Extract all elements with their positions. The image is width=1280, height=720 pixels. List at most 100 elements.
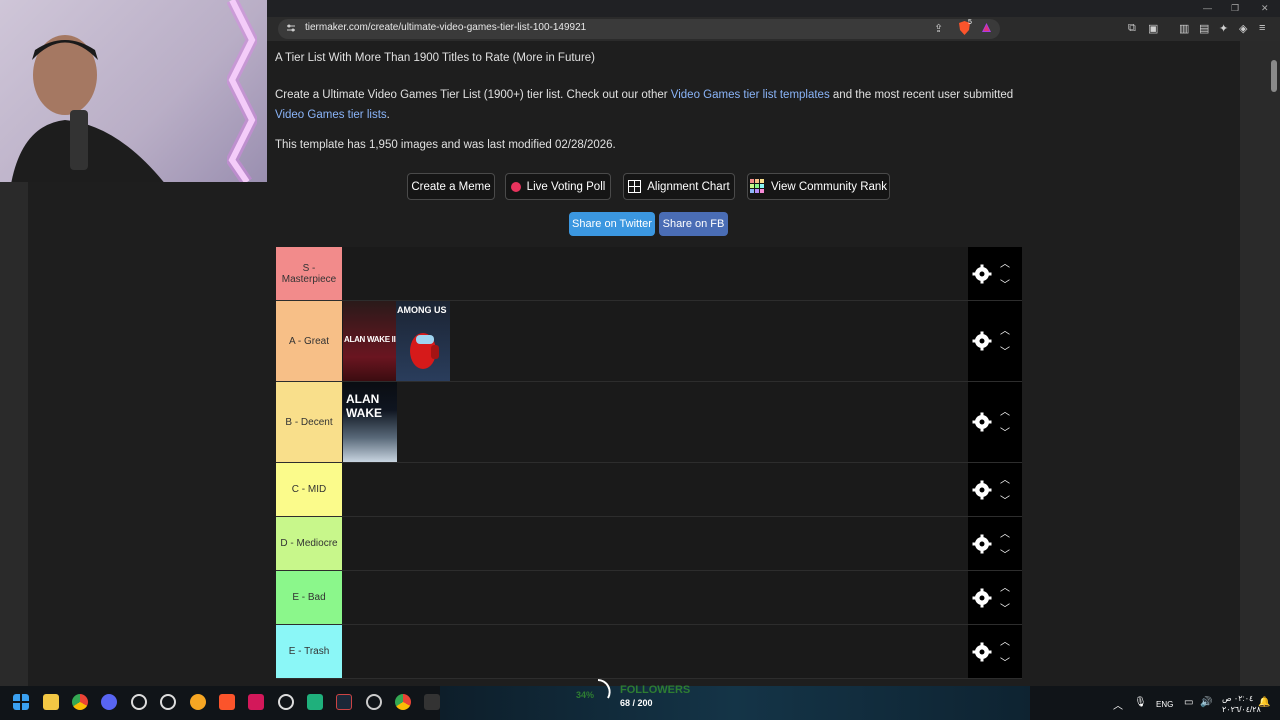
video-games-tier-lists-link[interactable]: Video Games tier lists (275, 109, 387, 121)
move-up-icon[interactable]: ︿ (1000, 403, 1010, 418)
clock-time[interactable]: ٠٢:٠٤ ص (1222, 694, 1253, 703)
right-gutter (1240, 41, 1268, 686)
vpn-icon[interactable]: ◈ (1239, 22, 1247, 35)
microphone-icon[interactable]: 🎙 (1134, 697, 1147, 708)
alignment-chart-label: Alignment Chart (647, 180, 730, 193)
tier-dropzone[interactable] (342, 517, 968, 570)
tier-label[interactable]: B - Decent (276, 382, 342, 462)
windows-start-icon[interactable] (13, 694, 29, 710)
tier-row-b: B - Decent ALAN WAKE ︿ ﹀ (276, 382, 1022, 463)
tier-row-c: C - MID ︿ ﹀ (276, 463, 1022, 517)
language-indicator[interactable]: ENG (1156, 700, 1173, 709)
tier-controls: ︿ ﹀ (968, 625, 1022, 678)
alignment-chart-button[interactable]: Alignment Chart (623, 173, 735, 200)
tier-label[interactable]: S - Masterpiece (276, 247, 342, 300)
followers-percent: 34% (576, 690, 595, 700)
tier-row-e-trash: E - Trash ︿ ﹀ (276, 625, 1022, 679)
sidebar-icon[interactable]: ▥ (1179, 22, 1189, 35)
chrome-icon-2[interactable] (395, 694, 411, 710)
share-twitter-button[interactable]: Share on Twitter (569, 212, 655, 236)
live-voting-label: Live Voting Poll (526, 180, 606, 193)
live-voting-button[interactable]: Live Voting Poll (505, 173, 611, 200)
settings-app-icon[interactable] (278, 694, 294, 710)
tier-dropzone[interactable] (342, 247, 968, 300)
settings-gear-icon[interactable] (972, 588, 992, 608)
move-down-icon[interactable]: ﹀ (1000, 276, 1010, 291)
discord-icon[interactable] (101, 694, 117, 710)
create-meme-button[interactable]: Create a Meme (407, 173, 495, 200)
settings-gear-icon[interactable] (972, 264, 992, 284)
tier-label[interactable]: E - Trash (276, 625, 342, 678)
menu-icon[interactable]: ≡ (1259, 22, 1265, 34)
tier-controls: ︿ ﹀ (968, 382, 1022, 462)
game-tile-alan-wake[interactable]: ALAN WAKE (343, 382, 397, 462)
move-down-icon[interactable]: ﹀ (1000, 343, 1010, 358)
file-explorer-icon[interactable] (43, 694, 59, 710)
tier-row-d: D - Mediocre ︿ ﹀ (276, 517, 1022, 571)
tier-label[interactable]: E - Bad (276, 571, 342, 624)
notifications-icon[interactable]: 🔔 (1258, 697, 1270, 708)
close-icon[interactable]: ✕ (1261, 3, 1269, 14)
desc-text-2: and the most recent user submitted (829, 89, 1014, 101)
move-down-icon[interactable]: ﹀ (1000, 600, 1010, 615)
maximize-icon[interactable]: ❐ (1231, 3, 1239, 14)
sync-icon[interactable] (131, 694, 147, 710)
settings-gear-icon[interactable] (972, 642, 992, 662)
app-icon-3[interactable] (424, 694, 440, 710)
wallet-icon[interactable]: ▤ (1199, 22, 1209, 35)
move-up-icon[interactable]: ︿ (1000, 579, 1010, 594)
tier-label[interactable]: C - MID (276, 463, 342, 516)
tier-label[interactable]: A - Great (276, 301, 342, 381)
move-up-icon[interactable]: ︿ (1000, 471, 1010, 486)
tier-dropzone[interactable]: ALAN WAKE II AMONG US (342, 301, 968, 381)
share-fb-button[interactable]: Share on FB (659, 212, 728, 236)
community-rank-button[interactable]: View Community Rank (747, 173, 890, 200)
tier-dropzone[interactable] (342, 625, 968, 678)
chrome-icon[interactable] (72, 694, 88, 710)
desc-text-1: Create a Ultimate Video Games Tier List … (275, 89, 671, 101)
move-up-icon[interactable]: ︿ (1000, 322, 1010, 337)
move-up-icon[interactable]: ︿ (1000, 633, 1010, 648)
settings-gear-icon[interactable] (972, 331, 992, 351)
terminal-icon[interactable] (307, 694, 323, 710)
volume-icon[interactable]: 🔊 (1200, 697, 1212, 708)
tier-label[interactable]: D - Mediocre (276, 517, 342, 570)
tray-chevron-icon[interactable]: ︿ (1113, 697, 1123, 712)
leo-ai-icon[interactable]: ✦ (1219, 22, 1228, 35)
template-info: This template has 1,950 images and was l… (275, 139, 616, 151)
extensions-icon[interactable]: ⧉ (1128, 22, 1136, 35)
app-icon[interactable] (248, 694, 264, 710)
move-up-icon[interactable]: ︿ (1000, 525, 1010, 540)
obs-icon[interactable] (160, 694, 176, 710)
settings-gear-icon[interactable] (972, 412, 992, 432)
game-tile-alan-wake-2[interactable]: ALAN WAKE II (343, 301, 397, 381)
move-down-icon[interactable]: ﹀ (1000, 492, 1010, 507)
crewmate-icon (410, 333, 439, 369)
settings-gear-icon[interactable] (972, 534, 992, 554)
move-up-icon[interactable]: ︿ (1000, 255, 1010, 270)
video-games-templates-link[interactable]: Video Games tier list templates (671, 89, 830, 101)
tier-dropzone[interactable] (342, 463, 968, 516)
scrollbar-thumb[interactable] (1271, 60, 1277, 92)
minimize-icon[interactable]: — (1203, 3, 1212, 13)
notification-app-icon[interactable] (190, 694, 206, 710)
game-tile-among-us[interactable]: AMONG US (396, 301, 450, 381)
steam-icon[interactable] (336, 694, 352, 710)
site-settings-icon[interactable] (286, 23, 296, 33)
tier-dropzone[interactable]: ALAN WAKE (342, 382, 968, 462)
move-down-icon[interactable]: ﹀ (1000, 654, 1010, 669)
share-icon[interactable]: ⇪ (934, 22, 943, 35)
tier-row-a: A - Great ALAN WAKE II AMONG US ︿ ﹀ (276, 301, 1022, 382)
app-icon-2[interactable] (366, 694, 382, 710)
brave-rewards-icon[interactable] (981, 22, 992, 33)
move-down-icon[interactable]: ﹀ (1000, 546, 1010, 561)
move-down-icon[interactable]: ﹀ (1000, 424, 1010, 439)
tier-controls: ︿ ﹀ (968, 571, 1022, 624)
page-scrollbar[interactable] (1268, 41, 1280, 686)
network-icon[interactable]: ▭ (1184, 697, 1193, 708)
tab-search-icon[interactable]: ▣ (1148, 22, 1158, 35)
clock-date[interactable]: ٢٠٢٦/٠٤/٢٨ (1222, 705, 1261, 714)
tier-dropzone[interactable] (342, 571, 968, 624)
brave-icon[interactable] (219, 694, 235, 710)
settings-gear-icon[interactable] (972, 480, 992, 500)
